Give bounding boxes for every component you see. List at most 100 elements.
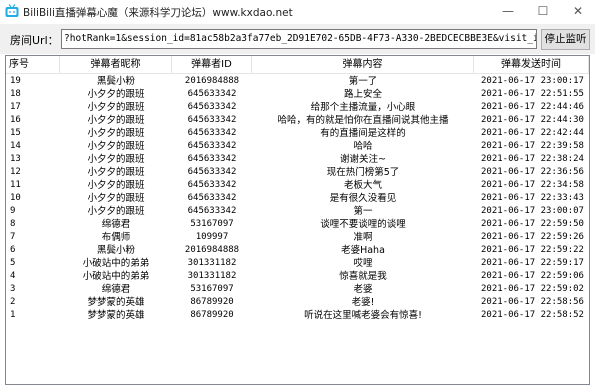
row-content: 听说在这里喊老婆会有惊喜! [304,310,422,321]
row-time: 2021-06-17 22:44:46 [481,102,584,112]
table-row[interactable]: 8 绵德君 53167097 谈哩不要谈哩的谈哩 2021-06-17 22:59:50 [6,218,589,231]
row-content: 谢谢关注~ [340,154,386,165]
stop-listening-button[interactable]: 停止监听 [541,29,590,50]
row-user-id: 645633342 [187,141,237,151]
table-row[interactable]: 9 小夕夕的跟班 645633342 第一 2021-06-17 23:00:07 [6,205,589,218]
row-index: 16 [10,115,21,125]
table-row[interactable]: 15 小夕夕的跟班 645633342 有的直播间是这样的 2021-06-17 22:… [6,127,589,140]
column-header-index[interactable]: 序号 [6,56,60,74]
close-button[interactable]: ✕ [561,0,595,22]
row-time: 2021-06-17 23:00:17 [481,76,584,86]
row-user-id: 86789920 [190,310,234,320]
table-row[interactable]: 12 小夕夕的跟班 645633342 现在热门榜第5了 2021-06-17 22:3… [6,166,589,179]
column-header-user-id[interactable]: 弹幕者ID [172,56,252,74]
row-content: 哎哩 [353,258,373,269]
row-time: 2021-06-17 22:33:43 [481,193,584,203]
row-user-id: 645633342 [187,180,237,190]
row-content: 给那个主播流量，小心眼 [310,102,416,113]
row-index: 12 [10,167,21,177]
row-user-id: 2016984888 [184,76,240,86]
table-row[interactable]: 17 小夕夕的跟班 645633342 给那个主播流量，小心眼 2021-06-17 2… [6,101,589,114]
table-row[interactable]: 18 小夕夕的跟班 645633342 路上安全 2021-06-17 22:51:55 [6,88,589,101]
row-nickname: 黑鬓小粉 [96,76,135,87]
minimize-button[interactable]: — [491,0,525,22]
row-time: 2021-06-17 22:38:24 [481,154,584,164]
row-user-id: 645633342 [187,193,237,203]
row-index: 2 [10,297,16,307]
row-time: 2021-06-17 23:00:07 [481,206,584,216]
table-row[interactable]: 19 黑鬓小粉 2016984888 第一了 2021-06-17 23:00:17 [6,75,589,88]
row-user-id: 645633342 [187,89,237,99]
row-time: 2021-06-17 22:59:17 [481,258,584,268]
row-user-id: 645633342 [187,115,237,125]
window-title: BiliBili直播弹幕心魔（来源科学刀论坛）www.kxdao.net [23,7,293,19]
table-row[interactable]: 16 小夕夕的跟班 645633342 哈哈，有的就是怕你在直播间说其他主播 2021-… [6,114,589,127]
table-row[interactable]: 2 梦梦蒙的英雄 86789920 老婆! 2021-06-17 22:58:56 [6,296,589,309]
row-time: 2021-06-17 22:59:26 [481,232,584,242]
row-content: 有的直播间是这样的 [320,128,406,139]
column-header-nickname[interactable]: 弹幕者昵称 [60,56,172,74]
row-nickname: 小夕夕的跟班 [87,89,145,100]
row-index: 7 [10,232,16,242]
row-content: 准啊 [353,232,373,243]
row-user-id: 645633342 [187,167,237,177]
row-nickname: 绵德君 [101,219,131,230]
row-index: 6 [10,245,16,255]
row-content: 老板大气 [343,180,382,191]
room-url-label: 房间Url： [10,34,59,47]
row-time: 2021-06-17 22:42:44 [481,128,584,138]
row-content: 老婆! [351,297,375,308]
row-index: 10 [10,193,21,203]
row-user-id: 2016984888 [184,245,240,255]
row-user-id: 645633342 [187,102,237,112]
table-row[interactable]: 14 小夕夕的跟班 645633342 哈哈 2021-06-17 22:39:58 [6,140,589,153]
table-row[interactable]: 4 小破站中的弟弟 301331182 惊喜就是我 2021-06-17 22:59:0… [6,270,589,283]
title-bar: BiliBili直播弹幕心魔（来源科学刀论坛）www.kxdao.net — ☐… [0,0,595,24]
table-row[interactable]: 3 绵德君 53167097 老婆 2021-06-17 22:59:02 [6,283,589,296]
row-user-id: 645633342 [187,128,237,138]
row-index: 9 [10,206,16,216]
row-content: 老婆Haha [341,245,385,256]
table-row[interactable]: 7 布偶师 109997 准啊 2021-06-17 22:59:26 [6,231,589,244]
row-user-id: 86789920 [190,297,234,307]
row-nickname: 小夕夕的跟班 [87,115,145,126]
row-time: 2021-06-17 22:39:58 [481,141,584,151]
maximize-button[interactable]: ☐ [526,0,560,22]
row-nickname: 梦梦蒙的英雄 [87,310,145,321]
row-user-id: 109997 [195,232,229,242]
row-index: 18 [10,89,21,99]
row-index: 14 [10,141,21,151]
table-row[interactable]: 13 小夕夕的跟班 645633342 谢谢关注~ 2021-06-17 22:38:2… [6,153,589,166]
room-url-input[interactable]: ?hotRank=1&session_id=81ac58b2a3fa77eb_2… [61,29,537,49]
row-time: 2021-06-17 22:59:06 [481,271,584,281]
row-nickname: 小破站中的弟弟 [82,271,150,282]
row-nickname: 小夕夕的跟班 [87,102,145,113]
row-time: 2021-06-17 22:36:56 [481,167,584,177]
bilibili-app-icon [5,4,19,18]
table-row[interactable]: 1 梦梦蒙的英雄 86789920 听说在这里喊老婆会有惊喜! 2021-06-17 2… [6,309,589,322]
row-user-id: 301331182 [187,258,237,268]
toolbar: 房间Url： ?hotRank=1&session_id=81ac58b2a3f… [0,24,595,54]
row-time: 2021-06-17 22:34:58 [481,180,584,190]
table-row[interactable]: 5 小破站中的弟弟 301331182 哎哩 2021-06-17 22:59:17 [6,257,589,270]
row-nickname: 梦梦蒙的英雄 [87,297,145,308]
column-header-time[interactable]: 弹幕发送时间 [474,56,589,74]
list-header: 序号 弹幕者昵称 弹幕者ID 弹幕内容 弹幕发送时间 [6,56,589,74]
row-time: 2021-06-17 22:58:52 [481,310,584,320]
danmaku-list[interactable]: 序号 弹幕者昵称 弹幕者ID 弹幕内容 弹幕发送时间 19 黑鬓小粉 2016984… [5,55,590,385]
row-user-id: 301331182 [187,271,237,281]
row-content: 第一了 [348,76,378,87]
list-body: 19 黑鬓小粉 2016984888 第一了 2021-06-17 23:00:17 18… [6,75,589,322]
row-index: 19 [10,76,21,86]
row-nickname: 小夕夕的跟班 [87,180,145,191]
row-index: 8 [10,219,16,229]
table-row[interactable]: 6 黑鬓小粉 2016984888 老婆Haha 2021-06-17 22:59:22 [6,244,589,257]
column-header-content[interactable]: 弹幕内容 [252,56,474,74]
row-nickname: 小夕夕的跟班 [87,193,145,204]
row-nickname: 小夕夕的跟班 [87,167,145,178]
row-user-id: 53167097 [190,284,234,294]
table-row[interactable]: 11 小夕夕的跟班 645633342 老板大气 2021-06-17 22:34:58 [6,179,589,192]
row-content: 老婆 [353,284,373,295]
row-content: 哈哈，有的就是怕你在直播间说其他主播 [277,115,449,126]
table-row[interactable]: 10 小夕夕的跟班 645633342 是有很久没看见 2021-06-17 22:33… [6,192,589,205]
